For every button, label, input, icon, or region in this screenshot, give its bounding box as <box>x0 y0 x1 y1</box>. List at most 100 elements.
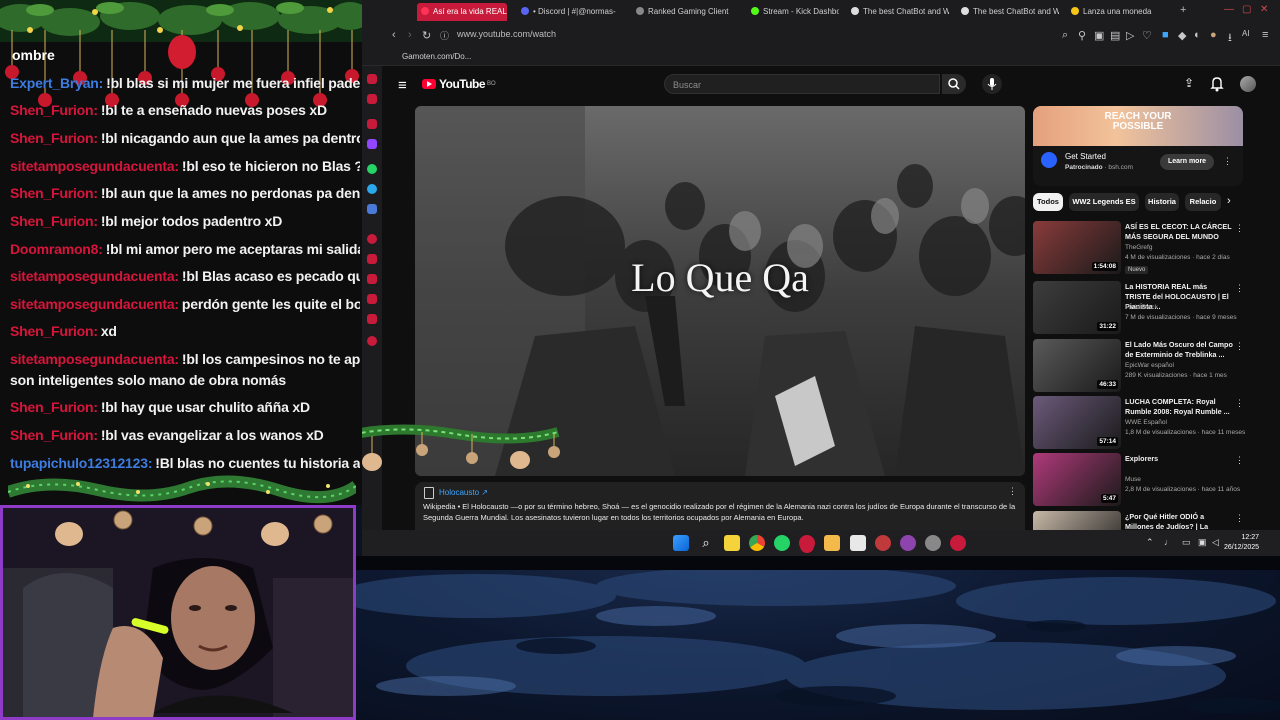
minimize-icon[interactable]: — <box>1224 4 1234 15</box>
extension-icon[interactable]: ■ <box>1162 29 1169 41</box>
video-title[interactable]: ¿Por Qué Hitler ODIÓ a Millones de Judío… <box>1125 512 1233 530</box>
menu-icon[interactable]: ≡ <box>1262 29 1268 41</box>
keyboard-icon[interactable]: ▭ <box>1182 537 1191 548</box>
video-thumbnail[interactable]: 46:33 <box>1033 339 1121 392</box>
more-options-icon[interactable]: ⋮ <box>1235 455 1244 466</box>
site-info-icon[interactable]: ⓘ <box>440 29 449 42</box>
maximize-icon[interactable]: ▢ <box>1242 4 1251 15</box>
more-options-icon[interactable]: ⋮ <box>1235 283 1244 294</box>
extension-icon[interactable]: ◆ <box>1178 29 1186 42</box>
more-options-icon[interactable]: ⋮ <box>1235 223 1244 234</box>
video-thumbnail[interactable]: 57:14 <box>1033 396 1121 449</box>
new-tab-icon[interactable]: + <box>1180 4 1186 16</box>
channel-name[interactable]: WWE Español <box>1125 419 1167 426</box>
chat-username[interactable]: sitetamposegundacuenta: <box>10 268 179 284</box>
recommended-video[interactable]: 5:47 Explorers Muse 2,8 M de visualizacione… <box>1033 453 1244 507</box>
chip-related[interactable]: Relacio <box>1185 193 1221 211</box>
chip-history[interactable]: Historia <box>1145 193 1179 211</box>
whatsapp-icon[interactable] <box>367 164 377 174</box>
browser-tab[interactable]: • Discord | #|@normas- <box>517 3 622 21</box>
app-icon[interactable] <box>925 535 941 551</box>
profile-avatar[interactable]: ● <box>1210 29 1217 41</box>
browser-tab[interactable]: Stream - Kick Dashboard <box>747 3 839 21</box>
more-options-icon[interactable]: ⋮ <box>1235 513 1244 524</box>
channel-name[interactable]: EpicWar español <box>1125 362 1174 369</box>
chat-username[interactable]: Expert_Bryan: <box>10 75 103 91</box>
store-icon[interactable] <box>850 535 866 551</box>
bookmark-item[interactable]: Gamoten.com/Do... <box>402 52 471 61</box>
search-button[interactable] <box>942 74 966 94</box>
video-thumbnail[interactable]: 1:54:08 <box>1033 221 1121 274</box>
app-icon[interactable] <box>950 535 966 551</box>
chat-username[interactable]: sitetamposegundacuenta: <box>10 351 179 367</box>
chevron-up-icon[interactable]: ⌃ <box>1146 537 1154 548</box>
extension-icon[interactable]: ▣ <box>1094 29 1104 42</box>
chevron-right-icon[interactable]: › <box>1227 195 1231 207</box>
chat-username[interactable]: Shen_Furion: <box>10 185 98 201</box>
favorite-icon[interactable]: ♡ <box>1142 29 1152 42</box>
close-icon[interactable]: ✕ <box>1260 4 1268 15</box>
youtube-logo[interactable]: YouTube BO <box>422 76 496 92</box>
chat-username[interactable]: Shen_Furion: <box>10 323 98 339</box>
chat-username[interactable]: Doomramon8: <box>10 241 103 257</box>
display-icon[interactable]: ▣ <box>1198 537 1207 548</box>
sponsored-ad[interactable]: REACH YOUR POSSIBLE Get Started Patrocin… <box>1033 106 1243 186</box>
recommended-video[interactable]: ¿Por Qué Hitler ODIÓ a Millones de Judío… <box>1033 511 1244 530</box>
extension-icon[interactable]: ▤ <box>1110 29 1120 42</box>
chat-username[interactable]: sitetamposegundacuenta: <box>10 296 179 312</box>
microphone-icon[interactable]: ♩ <box>1164 537 1173 547</box>
start-menu-icon[interactable] <box>673 535 689 551</box>
sidebar-app-icon[interactable] <box>367 94 377 104</box>
download-icon[interactable]: ⭳ <box>1228 29 1232 48</box>
chat-username[interactable]: tupapichulo12312123: <box>10 455 152 471</box>
telegram-icon[interactable] <box>367 184 377 194</box>
address-bar[interactable]: www.youtube.com/watch <box>457 29 556 39</box>
reload-icon[interactable]: ↻ <box>422 29 431 42</box>
sidebar-app-icon[interactable] <box>367 119 377 129</box>
video-title[interactable]: ASÍ ES EL CECOT: LA CÁRCEL MÁS SEGURA DE… <box>1125 222 1233 242</box>
video-thumbnail[interactable] <box>1033 511 1121 530</box>
chrome-icon[interactable] <box>749 535 765 551</box>
search-icon[interactable]: ⌕ <box>698 535 714 551</box>
search-input[interactable] <box>673 76 939 94</box>
learn-more-button[interactable]: Learn more <box>1160 154 1214 170</box>
chat-username[interactable]: sitetamposegundacuenta: <box>10 158 179 174</box>
search-icon[interactable]: ⌕ <box>1062 29 1068 42</box>
channel-name[interactable]: TheGrefg <box>1125 244 1152 251</box>
chat-username[interactable]: Shen_Furion: <box>10 399 98 415</box>
video-title[interactable]: El Lado Más Oscuro del Campo de Extermin… <box>1125 340 1233 360</box>
notifications-bell-icon[interactable] <box>1210 76 1224 92</box>
more-options-icon[interactable]: ⋮ <box>1008 486 1017 497</box>
video-title[interactable]: Explorers <box>1125 454 1233 464</box>
opera-gx-icon[interactable] <box>799 535 815 551</box>
ai-icon[interactable]: AI <box>1242 29 1250 38</box>
browser-tab[interactable]: The best ChatBot and W <box>847 3 949 21</box>
channel-name[interactable]: Farid Dieck <box>1125 304 1158 311</box>
clock[interactable]: 12:27 26/12/2025 <box>1224 533 1259 553</box>
chat-username[interactable]: Shen_Furion: <box>10 427 98 443</box>
more-options-icon[interactable]: ⋮ <box>1235 341 1244 352</box>
chat-username[interactable]: Shen_Furion: <box>10 130 98 146</box>
video-thumbnail[interactable]: 31:22 <box>1033 281 1121 334</box>
sidebar-app-icon[interactable] <box>367 234 377 244</box>
sidebar-app-icon[interactable] <box>367 204 377 214</box>
forward-icon[interactable]: › <box>408 29 412 41</box>
sidebar-app-icon[interactable] <box>367 314 377 324</box>
wiki-link[interactable]: Holocausto ↗ <box>439 488 1017 497</box>
more-options-icon[interactable]: ⋮ <box>1223 156 1232 167</box>
recommended-video[interactable]: 31:22 La HISTORIA REAL más TRISTE del HOL… <box>1033 281 1244 335</box>
sidebar-app-icon[interactable] <box>367 254 377 264</box>
browser-tab[interactable]: Así era la vida REAL de lo <box>417 3 507 21</box>
extension-icon[interactable]: ⚲ <box>1078 29 1086 42</box>
recommended-video[interactable]: 1:54:08 ASÍ ES EL CECOT: LA CÁRCEL MÁS SE… <box>1033 221 1244 275</box>
account-avatar[interactable] <box>1240 76 1256 92</box>
app-icon[interactable] <box>875 535 891 551</box>
twitch-icon[interactable] <box>367 139 377 149</box>
recommended-video[interactable]: 57:14 LUCHA COMPLETA: Royal Rumble 2008: … <box>1033 396 1245 450</box>
extension-icon[interactable]: ◐ <box>1194 29 1201 41</box>
video-player[interactable]: Lo Que Qa <box>415 106 1025 476</box>
play-icon[interactable]: ▷ <box>1126 29 1134 42</box>
sidebar-app-icon[interactable] <box>367 274 377 284</box>
browser-tab[interactable]: Lanza una moneda <box>1067 3 1167 21</box>
whatsapp-icon[interactable] <box>774 535 790 551</box>
